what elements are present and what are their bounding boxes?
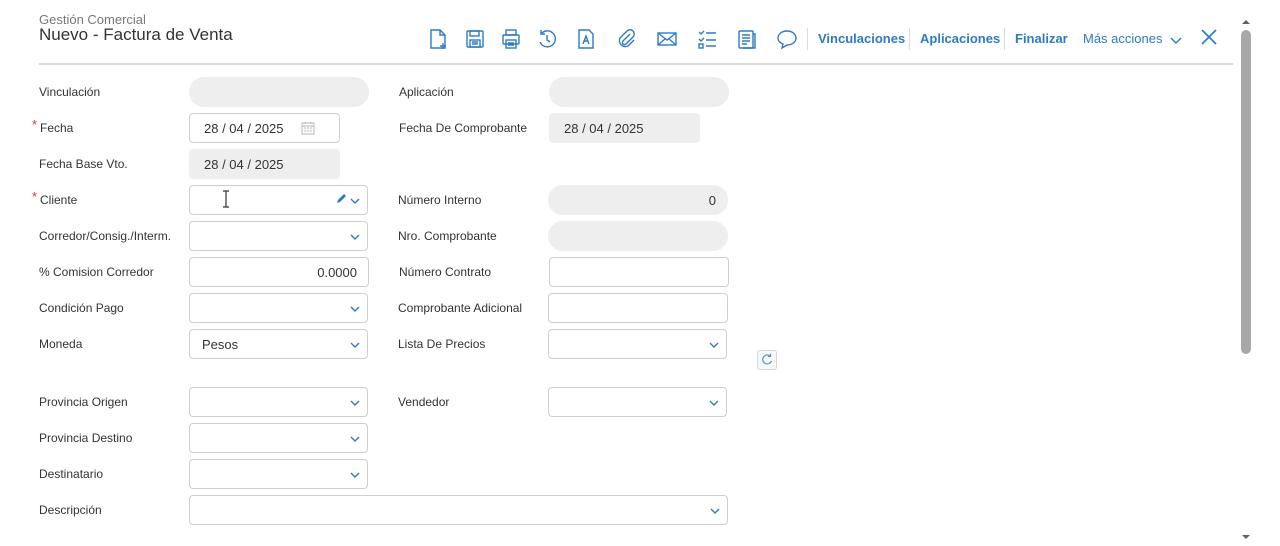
fecha-comprobante-field: 28 / 04 / 2025 — [549, 113, 700, 143]
text-format-icon[interactable] — [574, 26, 598, 52]
aplicacion-label: Aplicación — [399, 85, 454, 99]
destinatario-select[interactable] — [189, 459, 368, 489]
fecha-base-vto-value: 28 / 04 / 2025 — [204, 157, 284, 172]
vinculacion-field[interactable] — [189, 77, 369, 107]
calendar-icon[interactable] — [301, 121, 315, 135]
comision-corredor-label: % Comision Corredor — [39, 265, 154, 279]
page-title: Nuevo - Factura de Venta — [39, 25, 233, 44]
condicion-pago-select[interactable] — [189, 293, 368, 323]
email-icon[interactable] — [655, 26, 679, 52]
toolbar-separator — [909, 28, 910, 50]
fecha-comprobante-label: Fecha De Comprobante — [399, 121, 528, 135]
numero-interno-label: Número Interno — [398, 193, 482, 207]
attachment-icon[interactable] — [614, 26, 638, 52]
chevron-down-icon[interactable] — [709, 505, 721, 517]
numero-contrato-input[interactable] — [549, 257, 729, 287]
nro-comprobante-field — [548, 221, 728, 251]
vinculacion-label: Vinculación — [39, 85, 101, 99]
mas-acciones-dropdown[interactable]: Más acciones — [1083, 31, 1182, 46]
chevron-down-icon[interactable] — [708, 339, 720, 351]
cliente-select[interactable] — [189, 185, 368, 215]
scroll-up-arrow-icon[interactable] — [1241, 14, 1251, 24]
destinatario-label: Destinatario — [39, 467, 104, 481]
provincia-destino-select[interactable] — [189, 423, 368, 453]
required-mark: * — [32, 117, 38, 132]
checklist-icon[interactable] — [695, 26, 719, 52]
chevron-down-icon[interactable] — [349, 433, 361, 445]
numero-contrato-label: Número Contrato — [399, 265, 492, 279]
scroll-down-arrow-icon[interactable] — [1241, 528, 1251, 539]
corredor-label: Corredor/Consig./Interm. — [39, 229, 172, 243]
comision-corredor-value: 0.0000 — [317, 265, 357, 280]
descripcion-select[interactable] — [189, 495, 728, 525]
lista-precios-label: Lista De Precios — [398, 337, 486, 351]
lista-precios-select[interactable] — [548, 329, 727, 359]
toolbar-separator — [1004, 28, 1005, 50]
refresh-icon — [762, 353, 773, 365]
provincia-origen-label: Provincia Origen — [39, 395, 128, 409]
numero-interno-value: 0 — [708, 193, 716, 208]
chevron-down-icon[interactable] — [349, 339, 361, 351]
moneda-label: Moneda — [39, 337, 83, 351]
header-divider — [39, 63, 1233, 65]
save-icon[interactable] — [463, 26, 487, 52]
corredor-select[interactable] — [189, 221, 368, 251]
aplicacion-field[interactable] — [549, 77, 729, 107]
aplicaciones-link[interactable]: Aplicaciones — [920, 31, 1000, 46]
nro-comprobante-label: Nro. Comprobante — [398, 229, 497, 243]
vinculaciones-link[interactable]: Vinculaciones — [818, 31, 905, 46]
fecha-base-vto-field: 28 / 04 / 2025 — [189, 149, 340, 179]
chevron-down-icon[interactable] — [349, 195, 361, 207]
finalizar-link[interactable]: Finalizar — [1015, 31, 1068, 46]
comprobante-adicional-input[interactable] — [548, 293, 728, 323]
condicion-pago-label: Condición Pago — [39, 301, 124, 315]
chevron-down-icon[interactable] — [349, 231, 361, 243]
new-document-icon[interactable] — [426, 26, 450, 52]
fecha-date-input[interactable]: 28 / 04 / 2025 — [189, 113, 340, 143]
numero-interno-field: 0 — [548, 185, 728, 215]
comprobante-adicional-label: Comprobante Adicional — [398, 301, 523, 315]
chevron-down-icon — [1170, 37, 1182, 44]
chevron-down-icon[interactable] — [708, 397, 720, 409]
fecha-label: Fecha — [40, 121, 74, 135]
close-icon[interactable] — [1199, 27, 1219, 47]
notes-icon[interactable] — [734, 26, 758, 52]
chevron-down-icon[interactable] — [349, 303, 361, 315]
descripcion-label: Descripción — [39, 503, 102, 517]
comision-corredor-input[interactable]: 0.0000 — [189, 257, 369, 287]
vendedor-select[interactable] — [548, 387, 727, 417]
provincia-origen-select[interactable] — [189, 387, 368, 417]
comment-icon[interactable] — [775, 26, 799, 52]
fecha-comprobante-value: 28 / 04 / 2025 — [564, 121, 644, 136]
chevron-down-icon[interactable] — [349, 469, 361, 481]
scrollbar-thumb[interactable] — [1241, 30, 1251, 354]
print-icon[interactable] — [499, 26, 523, 52]
chevron-down-icon[interactable] — [349, 397, 361, 409]
moneda-select[interactable]: Pesos — [189, 329, 368, 359]
fecha-base-vto-label: Fecha Base Vto. — [39, 157, 128, 171]
toolbar-separator — [807, 28, 808, 50]
refresh-history-icon[interactable] — [535, 26, 559, 52]
text-cursor-icon — [223, 190, 229, 208]
refresh-price-list-button[interactable] — [757, 350, 777, 370]
pencil-edit-icon[interactable] — [335, 193, 347, 205]
vendedor-label: Vendedor — [398, 395, 450, 409]
provincia-destino-label: Provincia Destino — [39, 431, 133, 445]
required-mark: * — [32, 189, 38, 204]
mas-acciones-label: Más acciones — [1083, 31, 1163, 46]
cliente-label: Cliente — [40, 193, 78, 207]
moneda-value: Pesos — [202, 337, 239, 352]
fecha-value: 28 / 04 / 2025 — [204, 121, 284, 136]
